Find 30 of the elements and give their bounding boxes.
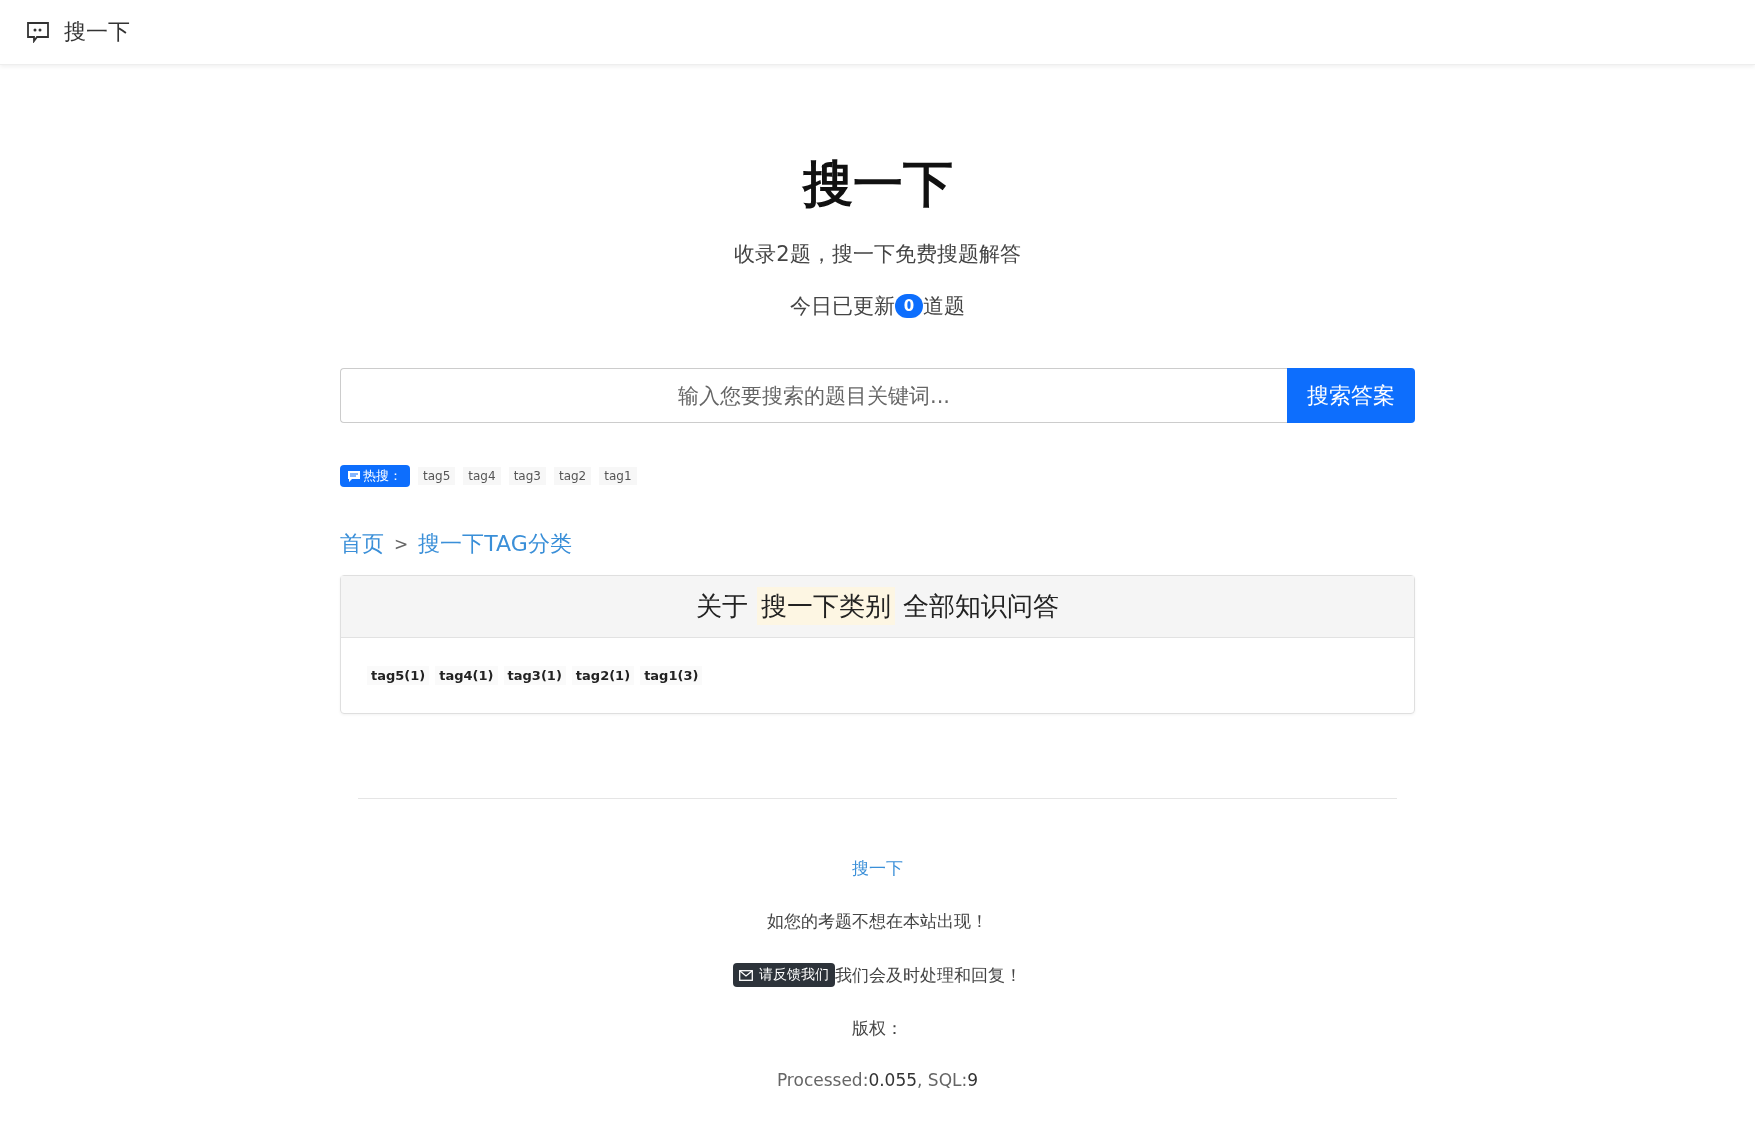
update-label: 今日已更新 xyxy=(789,293,895,320)
hot-tag[interactable]: tag2 xyxy=(553,467,592,485)
hot-tag[interactable]: tag1 xyxy=(599,467,637,485)
search-button[interactable]: 搜索答案 xyxy=(1287,368,1415,423)
stats-text: Processed:0.055, SQL:9 xyxy=(776,1070,979,1090)
envelope-icon xyxy=(739,969,753,981)
footer-link[interactable]: 搜一下 xyxy=(852,857,903,880)
card-title: 关于 搜一下类别 全部知识问答 xyxy=(696,589,1059,624)
category-tag[interactable]: tag4(1) xyxy=(435,666,498,685)
hot-tag[interactable]: tag4 xyxy=(463,467,501,485)
site-title: 搜一下 xyxy=(802,154,953,215)
category-tag[interactable]: tag2(1) xyxy=(571,666,635,685)
update-count: 0 xyxy=(894,294,924,318)
category-tag[interactable]: tag5(1) xyxy=(367,666,430,685)
category-tag[interactable]: tag3(1) xyxy=(503,666,566,685)
feedback-text: 我们会及时处理和回复！ xyxy=(835,963,1022,987)
search-field[interactable]: 输入您要搜索的题目关键词... xyxy=(340,368,1287,423)
hot-tag[interactable]: tag3 xyxy=(508,467,546,485)
notice-text: 如您的考题不想在本站出现！ xyxy=(767,910,988,933)
feedback-button[interactable]: 请反馈我们 xyxy=(733,963,835,987)
chat-bubble-icon xyxy=(348,470,360,482)
breadcrumb-separator: > xyxy=(394,534,409,554)
quote-bubble-icon xyxy=(26,21,50,43)
category-tag[interactable]: tag1(3) xyxy=(640,666,703,685)
hot-search-label: 热搜： xyxy=(363,467,402,485)
brand-link[interactable]: 搜一下 xyxy=(64,17,130,47)
update-suffix: 道题 xyxy=(923,293,966,320)
subtitle: 收录2题，搜一下免费搜题解答 xyxy=(734,241,1021,268)
copyright-text: 版权： xyxy=(852,1017,903,1040)
hot-tag[interactable]: tag5 xyxy=(418,467,456,485)
